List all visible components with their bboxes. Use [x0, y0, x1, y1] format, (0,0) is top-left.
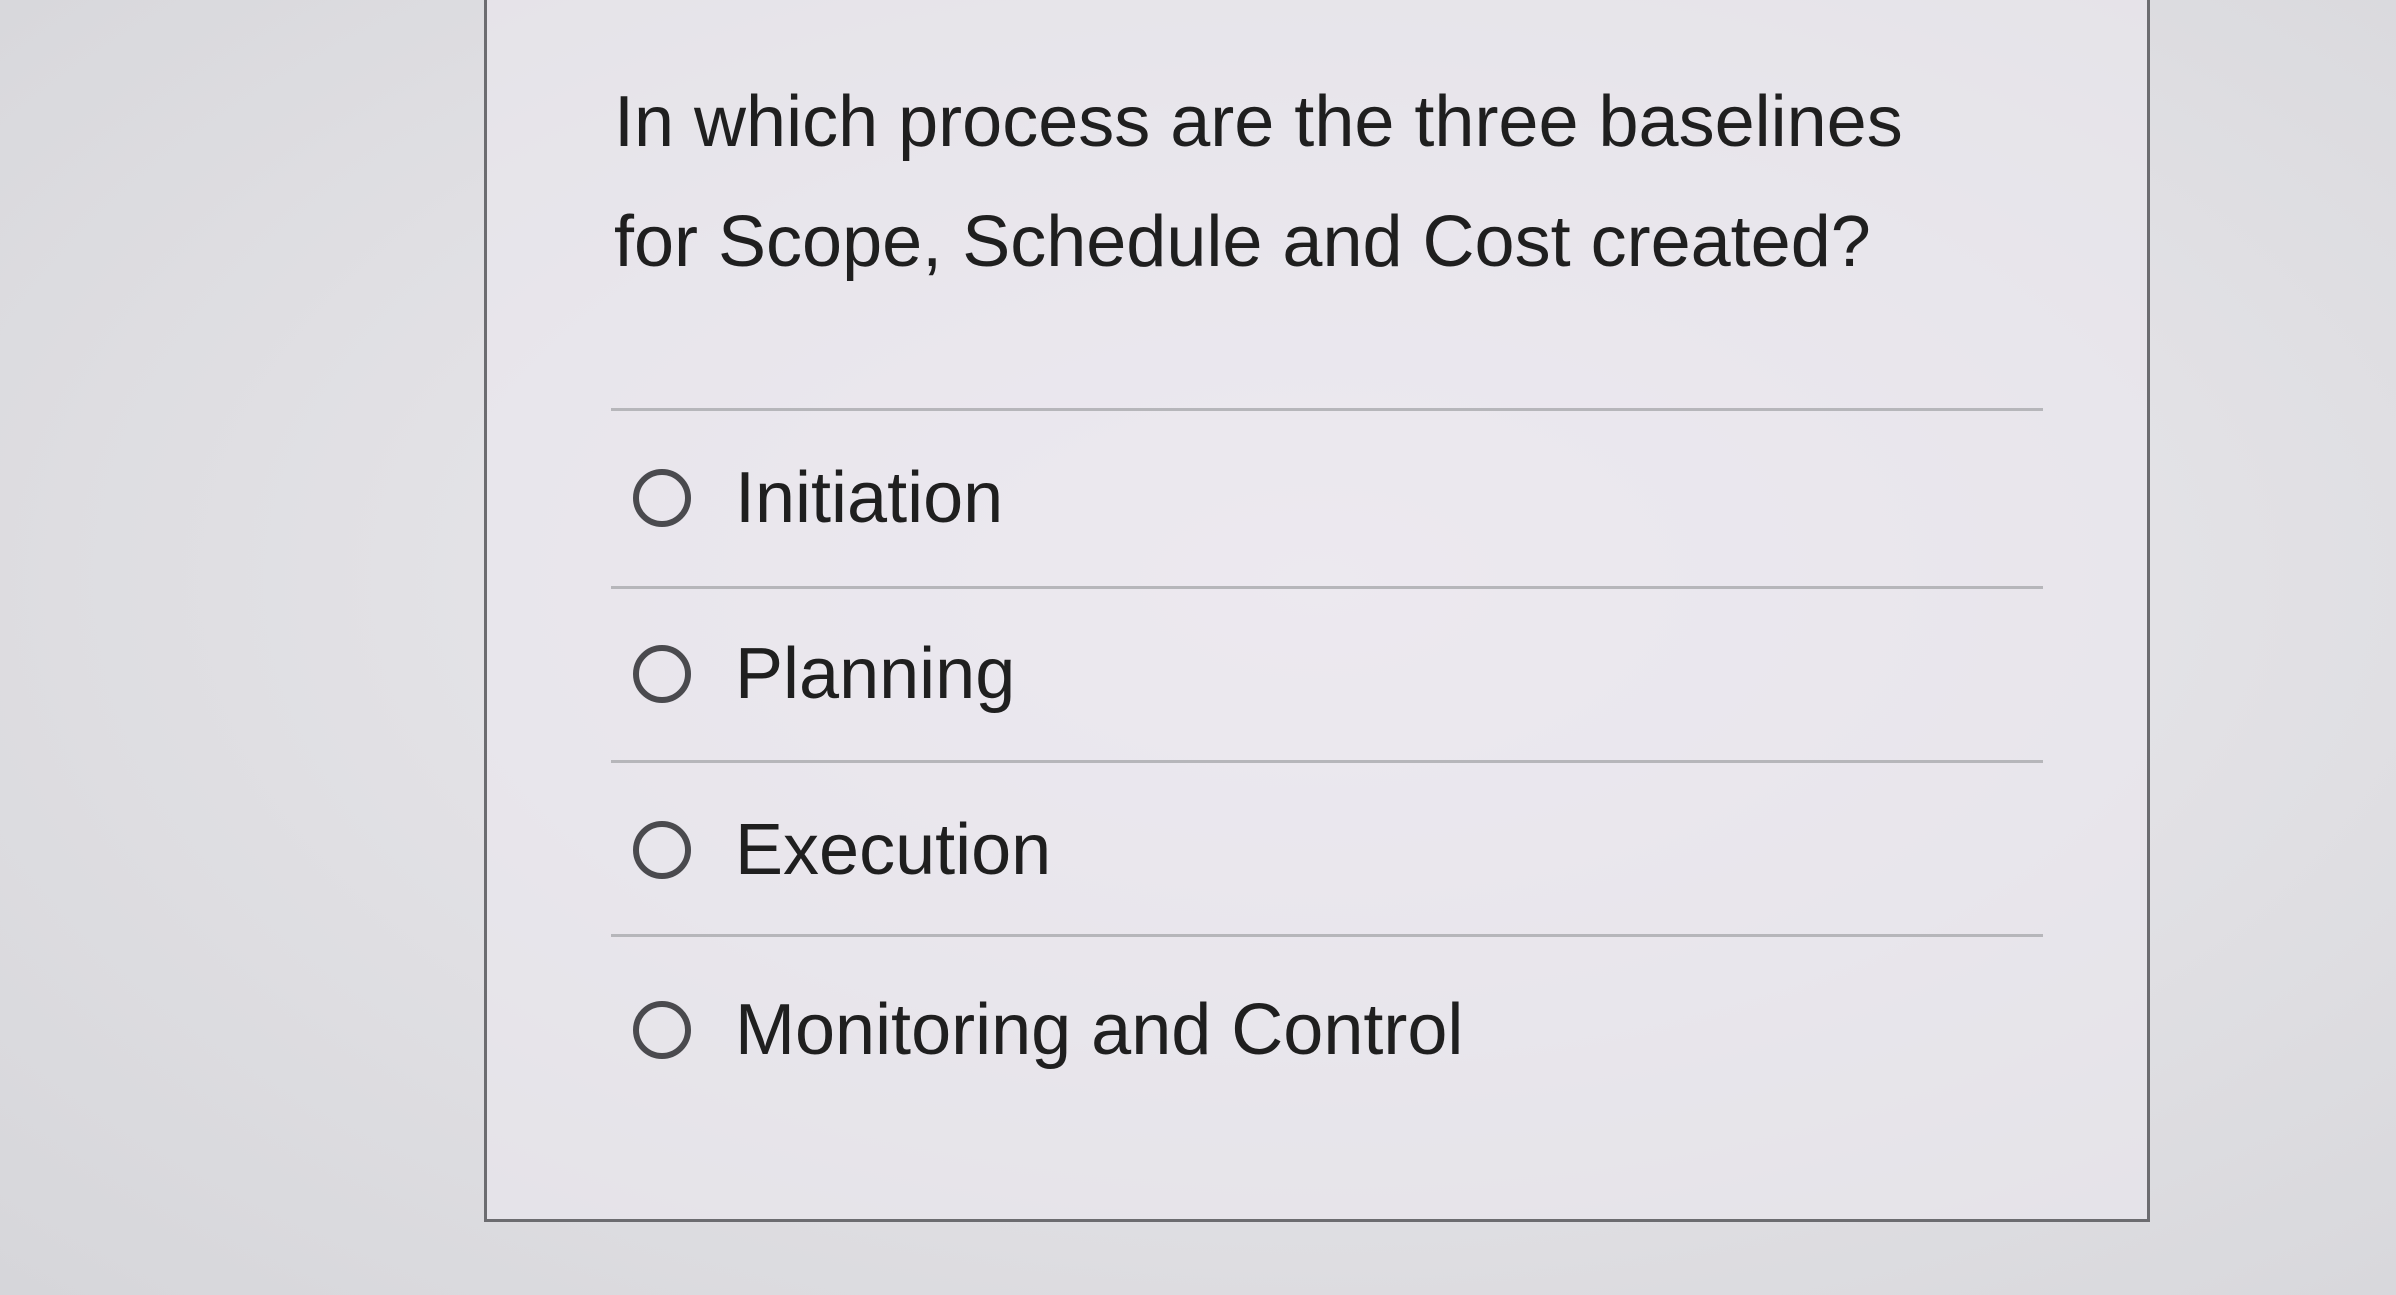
divider — [611, 934, 2043, 937]
divider — [611, 586, 2043, 589]
option-label: Monitoring and Control — [735, 990, 1464, 1070]
option-execution[interactable]: Execution — [633, 790, 1051, 910]
question-text: In which process are the three baselines… — [614, 62, 2054, 302]
question-line-1: In which process are the three baselines — [614, 82, 1903, 162]
divider — [611, 408, 2043, 411]
option-monitoring-and-control[interactable]: Monitoring and Control — [633, 970, 1463, 1090]
divider — [611, 760, 2043, 763]
radio-button[interactable] — [633, 645, 691, 703]
radio-button[interactable] — [633, 469, 691, 527]
option-planning[interactable]: Planning — [633, 614, 1015, 734]
option-label: Execution — [735, 810, 1052, 890]
option-label: Initiation — [735, 458, 1004, 538]
question-line-2: for Scope, Schedule and Cost created? — [614, 202, 1871, 282]
option-label: Planning — [735, 634, 1016, 714]
radio-button[interactable] — [633, 1001, 691, 1059]
quiz-question-card: In which process are the three baselines… — [484, 0, 2150, 1222]
radio-button[interactable] — [633, 821, 691, 879]
option-initiation[interactable]: Initiation — [633, 438, 1003, 558]
